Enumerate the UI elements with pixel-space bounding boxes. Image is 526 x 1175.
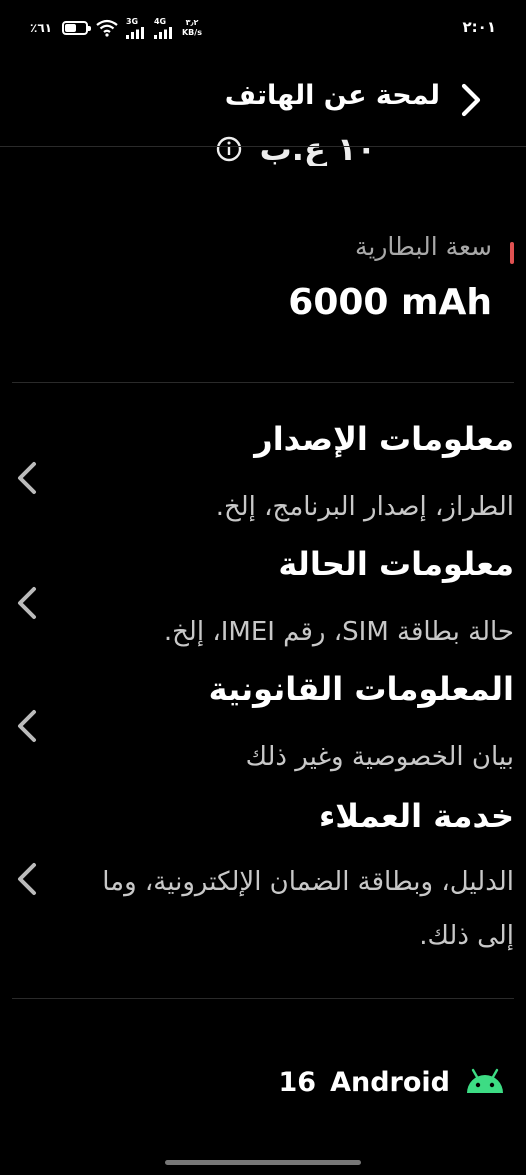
network-label-4g: 4G xyxy=(153,16,167,26)
signal-4g: 4G xyxy=(153,16,174,39)
battery-capacity-label: سعة البطارية xyxy=(354,232,492,261)
status-bar: ٪٦١ 3G 4G ٣٫٢ KB/s ٢:٠١ xyxy=(0,0,526,56)
page-title: لمحة عن الهاتف xyxy=(224,80,440,111)
signal-bars-icon xyxy=(125,26,146,39)
network-speed: ٣٫٢ KB/s xyxy=(182,18,202,38)
section-divider xyxy=(12,382,514,383)
page-header: لمحة عن الهاتف xyxy=(0,72,526,128)
android-robot-icon xyxy=(464,1066,506,1098)
menu-item-subtitle: الطراز، إصدار البرنامج، إلخ. xyxy=(215,492,514,522)
menu-item-title: معلومات الحالة xyxy=(278,545,514,583)
menu-item-customer-service[interactable]: خدمة العملاء الدليل، وبطاقة الضمان الإلك… xyxy=(0,797,526,967)
clipped-item-text: ١٠ ع.ب xyxy=(259,130,376,166)
android-version-row[interactable]: 16 Android xyxy=(275,1058,506,1106)
menu-item-status-info[interactable]: معلومات الحالة حالة بطاقة SIM، رقم IMEI،… xyxy=(0,545,526,663)
network-label-3g: 3G xyxy=(125,16,139,26)
section-divider xyxy=(12,998,514,999)
clipped-list-item: ١٠ ع.ب xyxy=(216,130,376,166)
menu-item-title: خدمة العملاء xyxy=(318,797,514,835)
chevron-left-icon xyxy=(14,708,40,744)
chevron-left-icon xyxy=(14,585,40,621)
menu-item-subtitle: بيان الخصوصية وغير ذلك xyxy=(245,742,514,772)
menu-item-version-info[interactable]: معلومات الإصدار الطراز، إصدار البرنامج، … xyxy=(0,420,526,538)
battery-capacity-value: 6000 mAh xyxy=(288,282,492,323)
menu-item-subtitle: الدليل، وبطاقة الضمان الإلكترونية، وما إ… xyxy=(102,867,514,951)
menu-item-legal-info[interactable]: المعلومات القانونية بيان الخصوصية وغير ذ… xyxy=(0,670,526,788)
status-icons: ٪٦١ 3G 4G ٣٫٢ KB/s xyxy=(30,16,202,40)
chevron-right-icon[interactable] xyxy=(456,82,488,118)
wifi-icon xyxy=(96,19,118,37)
battery-icon xyxy=(61,21,91,35)
battery-percent: ٪٦١ xyxy=(30,21,52,35)
menu-item-title: معلومات الإصدار xyxy=(254,420,514,458)
chevron-left-icon xyxy=(14,460,40,496)
signal-bars-icon xyxy=(153,26,174,39)
battery-fill xyxy=(64,24,77,32)
android-version-number: 16 xyxy=(278,1066,317,1098)
info-circle-icon xyxy=(216,132,242,166)
chevron-left-icon xyxy=(14,861,40,897)
accent-bar xyxy=(510,242,514,264)
status-time: ٢:٠١ xyxy=(462,18,496,36)
home-indicator[interactable] xyxy=(165,1160,361,1165)
signal-3g: 3G xyxy=(125,16,146,39)
android-label: Android xyxy=(330,1066,450,1098)
menu-item-subtitle: حالة بطاقة SIM، رقم IMEI، إلخ. xyxy=(163,617,514,647)
menu-item-title: المعلومات القانونية xyxy=(208,670,514,708)
speed-value: ٣٫٢ xyxy=(185,18,199,27)
speed-unit: KB/s xyxy=(181,28,202,37)
header-divider xyxy=(0,146,526,147)
